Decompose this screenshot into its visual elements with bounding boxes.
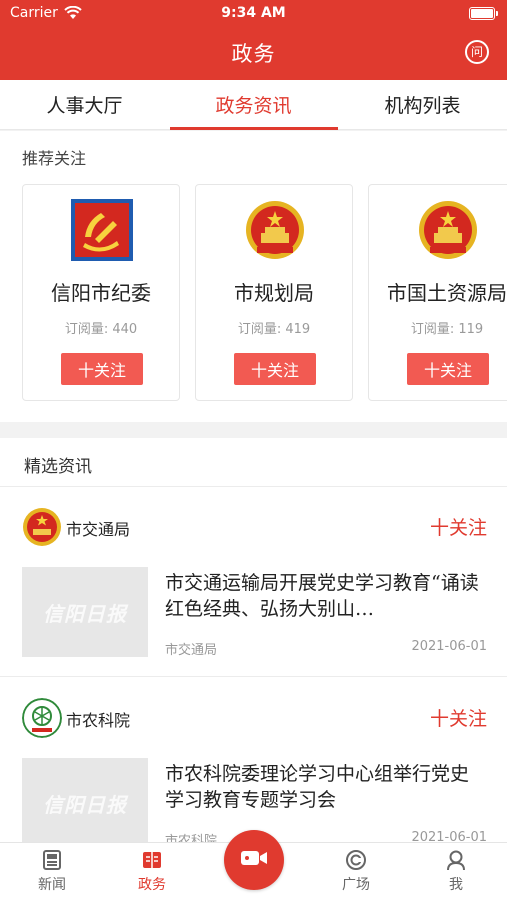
recommend-card[interactable]: 市规划局 订阅量: 419 十关注 — [195, 184, 353, 401]
thumbnail-watermark: 信阳日报 — [43, 792, 127, 817]
follow-button[interactable]: 十关注 — [407, 353, 489, 385]
source-name[interactable]: 市交通局 — [66, 516, 130, 540]
news-thumbnail[interactable]: 信阳日报 — [22, 758, 148, 842]
follow-button[interactable]: 十关注 — [234, 353, 316, 385]
national-emblem-icon — [22, 507, 62, 547]
divider — [0, 676, 507, 677]
nav-government-label: 政务 — [138, 877, 166, 893]
news-source: 市农科院 — [165, 834, 218, 842]
nav-news-label: 新闻 — [38, 877, 66, 893]
tab-bar: 人事大厅 政务资讯 机构列表 — [0, 80, 507, 130]
tab-personnel-hall[interactable]: 人事大厅 — [0, 80, 169, 129]
nav-government[interactable]: 政务 — [112, 843, 192, 900]
thumbnail-watermark: 信阳日报 — [43, 601, 127, 626]
source-name[interactable]: 市农科院 — [66, 707, 130, 731]
battery-icon — [469, 7, 498, 20]
page-title: 政务 — [231, 42, 276, 66]
recommend-card[interactable]: 市国土资源局 订阅量: 119 十关注 — [368, 184, 507, 401]
nav-plaza[interactable]: 广场 — [316, 843, 396, 900]
follow-button[interactable]: 十关注 — [430, 513, 487, 540]
news-date: 2021-06-01 — [411, 639, 487, 654]
video-camera-button[interactable] — [224, 830, 284, 890]
academy-logo-icon — [22, 698, 62, 738]
tab-government-news[interactable]: 政务资讯 — [169, 80, 338, 130]
nav-plaza-label: 广场 — [342, 877, 370, 893]
nav-news[interactable]: 新闻 — [12, 843, 92, 900]
video-camera-icon — [239, 847, 269, 873]
profile-icon — [445, 849, 467, 871]
status-bar: Carrier 9:34 AM — [0, 0, 507, 28]
recommend-card[interactable]: 信阳市纪委 订阅量: 440 十关注 — [22, 184, 180, 401]
status-time: 9:34 AM — [221, 5, 286, 21]
news-source: 市交通局 — [165, 643, 218, 658]
news-date: 2021-06-01 — [411, 830, 487, 842]
news-section-title: 精选资讯 — [24, 457, 92, 477]
nav-profile[interactable]: 我 — [416, 843, 496, 900]
top-bar: Carrier 9:34 AM 政务 问 — [0, 0, 507, 80]
follow-button[interactable]: 十关注 — [61, 353, 143, 385]
news-item[interactable]: 市农科院 十关注 信阳日报 市农科院委理论学习中心组举行党史学习教育专题学习会 … — [0, 678, 507, 842]
nav-profile-label: 我 — [449, 877, 463, 893]
party-emblem-icon — [71, 199, 133, 261]
national-emblem-icon — [417, 199, 479, 261]
news-thumbnail[interactable]: 信阳日报 — [22, 567, 148, 657]
card-subscribers: 订阅量: 440 — [64, 322, 138, 337]
tab-institution-list[interactable]: 机构列表 — [338, 80, 507, 129]
news-section: 精选资讯 市交通局 十关注 信阳日报 市交通运输局开展党史学习教育“诵读红色经典… — [0, 438, 507, 842]
card-name: 信阳市纪委 — [51, 281, 151, 305]
card-subscribers: 订阅量: 419 — [237, 322, 311, 337]
plaza-icon — [345, 849, 367, 871]
national-emblem-icon — [244, 199, 306, 261]
news-item[interactable]: 市交通局 十关注 信阳日报 市交通运输局开展党史学习教育“诵读红色经典、弘扬大别… — [0, 487, 507, 677]
government-icon — [141, 849, 163, 871]
news-icon — [41, 849, 63, 871]
card-subscribers: 订阅量: 119 — [410, 322, 484, 337]
follow-button[interactable]: 十关注 — [430, 704, 487, 731]
card-name: 市国土资源局 — [387, 281, 507, 305]
news-headline[interactable]: 市交通运输局开展党史学习教育“诵读红色经典、弘扬大别山… — [165, 570, 487, 622]
recommend-section: 推荐关注 信阳市纪委 订阅量: 440 十关注 市规划局 订阅量: 419 十关… — [0, 131, 507, 422]
card-name: 市规划局 — [234, 281, 314, 305]
news-headline[interactable]: 市农科院委理论学习中心组举行党史学习教育专题学习会 — [165, 761, 487, 813]
recommend-title: 推荐关注 — [22, 149, 87, 168]
qa-icon-glyph: 问 — [470, 45, 483, 59]
qa-icon[interactable]: 问 — [465, 40, 489, 64]
